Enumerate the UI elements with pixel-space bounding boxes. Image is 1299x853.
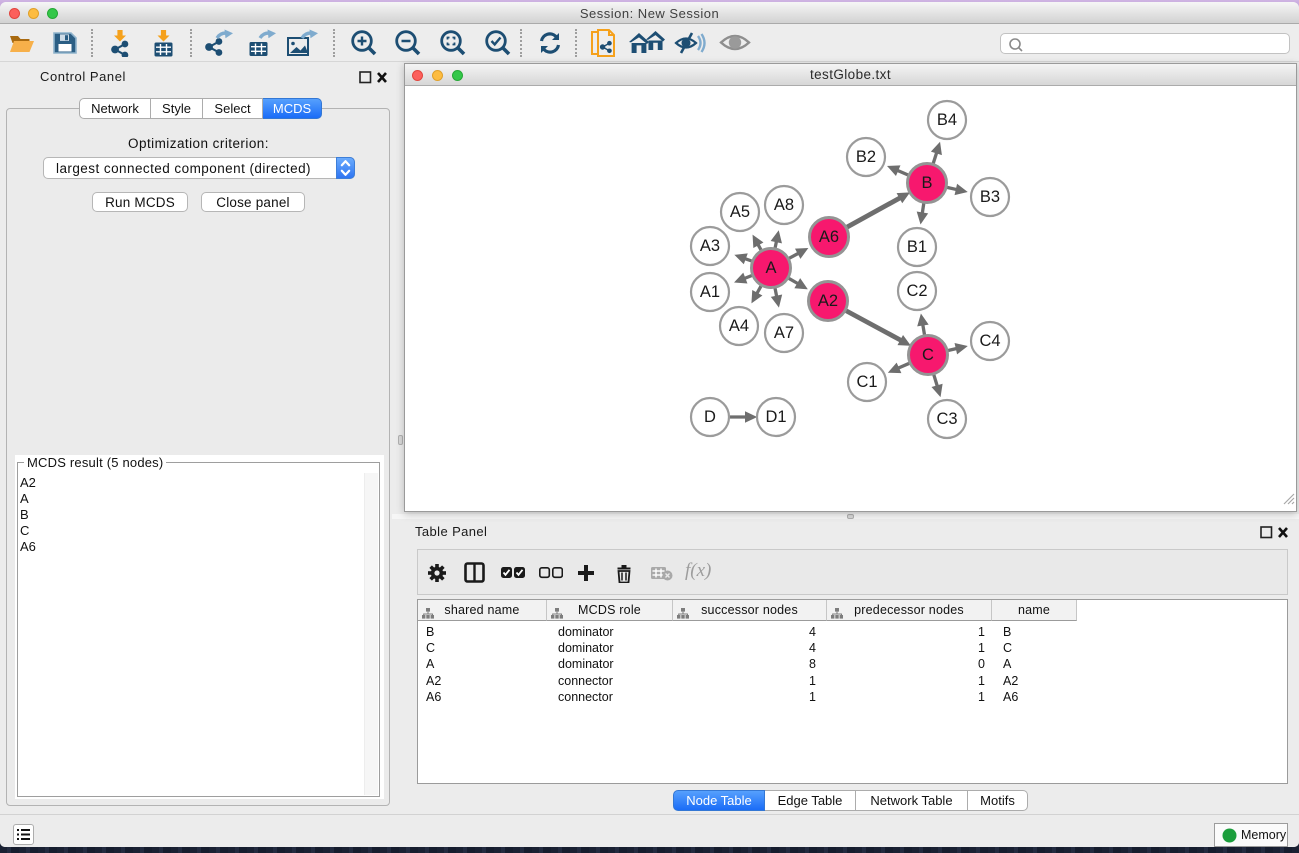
svg-text:D: D	[704, 408, 716, 426]
svg-text:D1: D1	[765, 408, 786, 426]
svg-text:A5: A5	[730, 203, 750, 221]
svg-text:C: C	[922, 346, 934, 364]
svg-text:A2: A2	[818, 292, 838, 310]
svg-text:A4: A4	[729, 317, 749, 335]
svg-text:B: B	[921, 174, 932, 192]
svg-text:A8: A8	[774, 196, 794, 214]
svg-text:C4: C4	[979, 332, 1000, 350]
svg-text:C1: C1	[856, 373, 877, 391]
svg-text:A7: A7	[774, 324, 794, 342]
svg-text:B1: B1	[907, 238, 927, 256]
svg-text:C3: C3	[936, 410, 957, 428]
svg-text:B4: B4	[937, 111, 957, 129]
svg-text:B3: B3	[980, 188, 1000, 206]
svg-text:A6: A6	[819, 228, 839, 246]
svg-text:A: A	[765, 259, 776, 277]
svg-text:A3: A3	[700, 237, 720, 255]
svg-text:A1: A1	[700, 283, 720, 301]
svg-text:C2: C2	[906, 282, 927, 300]
svg-text:B2: B2	[856, 148, 876, 166]
